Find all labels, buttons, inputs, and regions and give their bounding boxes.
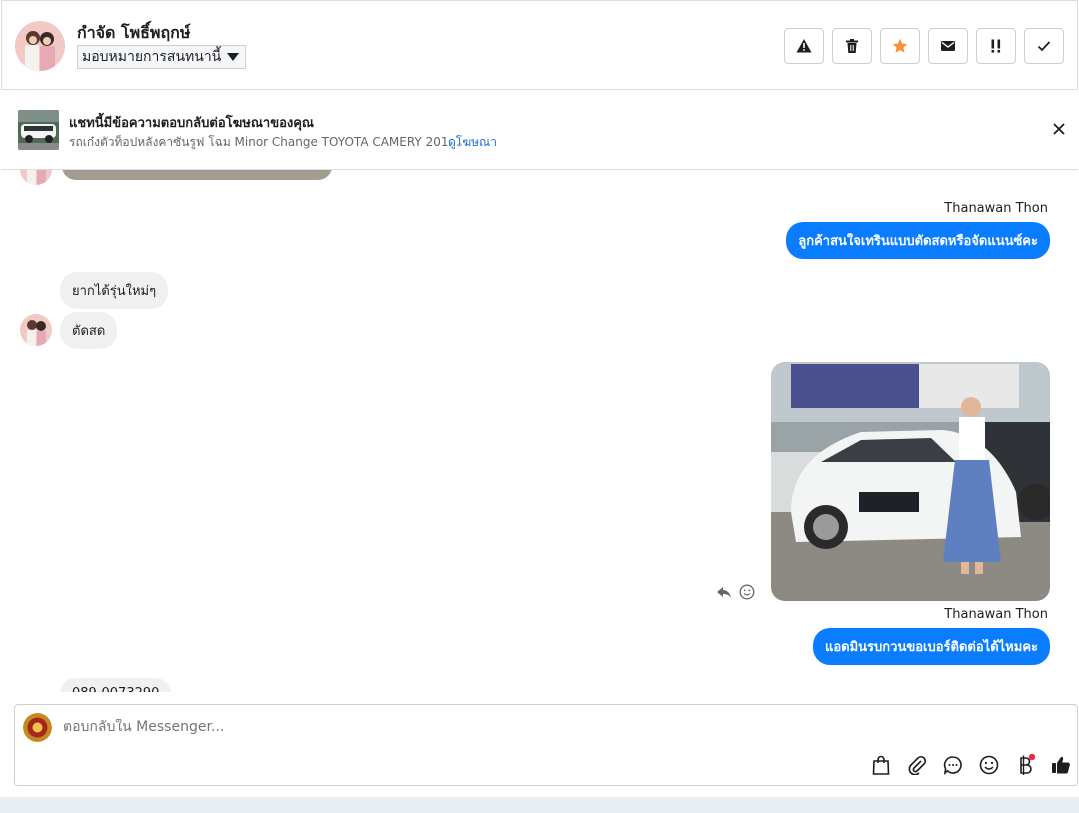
assign-label: มอบหมายการสนทนานี้ — [82, 49, 222, 65]
mail-icon — [941, 41, 955, 51]
assign-conversation-dropdown[interactable]: มอบหมายการสนทนานี้ — [77, 45, 246, 69]
delete-button[interactable] — [832, 28, 872, 64]
attach-button[interactable] — [905, 753, 929, 777]
follow-up-button[interactable] — [976, 28, 1016, 64]
sender-name: Thanawan Thon — [944, 201, 1048, 216]
contact-avatar[interactable] — [15, 21, 65, 71]
mark-done-button[interactable] — [1024, 28, 1064, 64]
payment-button[interactable] — [1013, 753, 1037, 777]
spam-icon — [796, 39, 812, 53]
incoming-message[interactable]: ตัดสด — [60, 312, 118, 349]
react-button[interactable] — [739, 584, 755, 600]
mark-unread-button[interactable] — [928, 28, 968, 64]
ad-description: รถเก๋งตัวท็อปหลังคาซันรูฟ โฉม Minor Chan… — [69, 135, 460, 149]
follow-up-icon — [991, 39, 1001, 53]
outgoing-message[interactable]: ลูกค้าสนใจเทรินแบบตัดสดหรือจัดแนนซ์คะ — [786, 222, 1050, 259]
star-icon — [892, 38, 908, 53]
star-button[interactable] — [880, 28, 920, 64]
emoji-button[interactable] — [977, 753, 1001, 777]
message-composer — [14, 704, 1078, 786]
page-avatar — [23, 713, 52, 742]
baht-icon — [1020, 754, 1035, 775]
mark-spam-button[interactable] — [784, 28, 824, 64]
shop-button[interactable] — [869, 753, 893, 777]
image-message[interactable] — [771, 362, 1050, 601]
close-banner-button[interactable] — [1050, 120, 1068, 138]
saved-reply-icon — [943, 756, 962, 775]
contact-avatar-small — [20, 170, 52, 185]
earlier-image-message[interactable] — [62, 170, 332, 180]
incoming-message[interactable]: ยากได้รุ่นใหม่ๆ — [60, 272, 169, 309]
send-like-button[interactable] — [1049, 753, 1073, 777]
reply-icon — [717, 587, 731, 598]
conversation-panel: { "header": { "contact_name": "กำจัด โพธ… — [0, 0, 1079, 813]
chevron-down-icon — [227, 53, 239, 61]
emoji-icon — [979, 755, 999, 775]
contact-avatar-small — [20, 314, 52, 346]
conversation-header: กำจัด โพธิ์พฤกษ์ มอบหมายการสนทนานี้ — [1, 0, 1078, 90]
ad-reply-banner: แชทนี้มีข้อความตอบกลับต่อโฆษณาของคุณ รถเ… — [1, 90, 1078, 170]
bag-icon — [872, 755, 890, 775]
bottom-strip — [0, 797, 1079, 813]
reply-input[interactable] — [63, 719, 763, 735]
saved-reply-button[interactable] — [941, 753, 965, 777]
close-icon — [1053, 123, 1065, 135]
message-thread[interactable]: Thanawan Thon ลูกค้าสนใจเทรินแบบตัดสดหรื… — [0, 170, 1079, 692]
outgoing-message[interactable]: แอดมินรบกวนขอเบอร์ติดต่อได้ไหมคะ — [812, 628, 1050, 665]
thumbs-up-icon — [1052, 756, 1070, 774]
contact-name: กำจัด โพธิ์พฤกษ์ — [77, 23, 191, 42]
ad-thumbnail[interactable] — [18, 110, 59, 150]
reply-button[interactable] — [716, 584, 732, 600]
incoming-message-partial[interactable]: 089-0073290 — [60, 678, 172, 692]
sender-name: Thanawan Thon — [944, 607, 1048, 622]
ad-banner-title: แชทนี้มีข้อความตอบกลับต่อโฆษณาของคุณ — [69, 116, 314, 131]
trash-icon — [846, 39, 858, 53]
view-ad-link[interactable]: ดูโฆษณา — [448, 133, 497, 152]
emoji-icon — [739, 584, 755, 600]
attachment-icon — [908, 755, 927, 775]
done-icon — [1037, 41, 1051, 52]
